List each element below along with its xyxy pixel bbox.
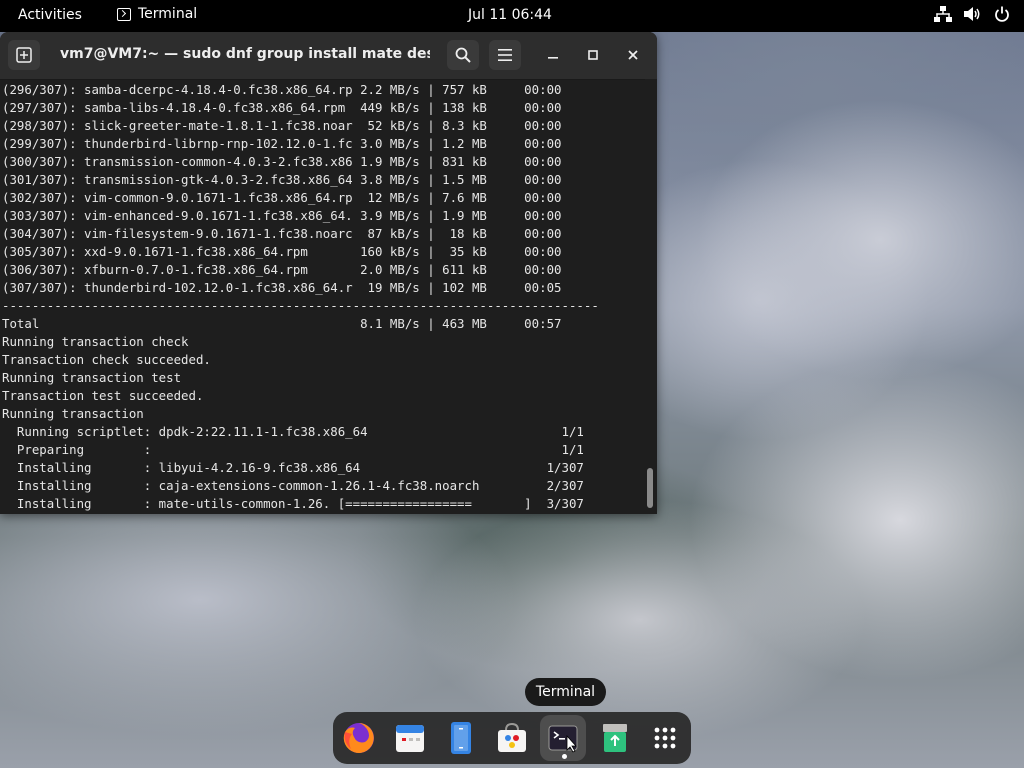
terminal-line: (296/307): samba-dcerpc-4.18.4-0.fc38.x8… [2, 82, 562, 97]
scrollbar-thumb[interactable] [647, 468, 653, 508]
dock [333, 712, 691, 764]
close-icon [628, 50, 638, 60]
dock-tooltip: Terminal [525, 678, 606, 706]
terminal-line: (301/307): transmission-gtk-4.0.3-2.fc38… [2, 172, 562, 187]
terminal-line: Preparing : 1/1 [2, 442, 584, 457]
terminal-app-icon [117, 7, 131, 21]
terminal-line: Running scriptlet: dpdk-2:22.11.1-1.fc38… [2, 424, 584, 439]
new-tab-icon [16, 47, 32, 63]
terminal-line: Installing : caja-extensions-common-1.26… [2, 478, 584, 493]
terminal-line: (305/307): xxd-9.0.1671-1.fc38.x86_64.rp… [2, 244, 562, 259]
terminal-line: Transaction check succeeded. [2, 352, 211, 367]
hamburger-menu-icon [498, 49, 512, 61]
search-icon [455, 47, 471, 63]
window-title: vm7@VM7:~ — sudo dnf group install mate … [60, 46, 430, 62]
terminal-line: (303/307): vim-enhanced-9.0.1671-1.fc38.… [2, 208, 562, 223]
text-editor-icon[interactable] [443, 720, 479, 756]
terminal-line: (297/307): samba-libs-4.18.4-0.fc38.x86_… [2, 100, 562, 115]
terminal-icon[interactable] [545, 720, 581, 756]
terminal-line: (306/307): xfburn-0.7.0-1.fc38.x86_64.rp… [2, 262, 562, 277]
terminal-line: ----------------------------------------… [2, 298, 599, 313]
terminal-line: Installing : libyui-4.2.16-9.fc38.x86_64… [2, 460, 584, 475]
terminal-output[interactable]: (296/307): samba-dcerpc-4.18.4-0.fc38.x8… [0, 79, 645, 514]
terminal-line: (299/307): thunderbird-librnp-rnp-102.12… [2, 136, 562, 151]
terminal-line: Running transaction [2, 406, 144, 421]
close-button[interactable] [617, 40, 649, 70]
terminal-line: (304/307): vim-filesystem-9.0.1671-1.fc3… [2, 226, 562, 241]
menu-button[interactable] [489, 40, 521, 70]
scrollbar-track[interactable] [645, 79, 657, 514]
terminal-line: (298/307): slick-greeter-mate-1.8.1-1.fc… [2, 118, 562, 133]
minimize-button[interactable] [537, 40, 569, 70]
search-button[interactable] [447, 40, 479, 70]
maximize-button[interactable] [577, 40, 609, 70]
minimize-icon [548, 57, 558, 59]
new-tab-button[interactable] [8, 40, 40, 70]
terminal-line: Installing : mate-utils-common-1.26. [==… [2, 496, 584, 511]
clock[interactable]: Jul 11 06:44 [468, 7, 552, 23]
trash-icon[interactable] [597, 720, 633, 756]
power-icon[interactable] [994, 6, 1010, 22]
terminal-line: (307/307): thunderbird-102.12.0-1.fc38.x… [2, 280, 562, 295]
terminal-window[interactable]: vm7@VM7:~ — sudo dnf group install mate … [0, 32, 657, 514]
terminal-line: (300/307): transmission-common-4.0.3-2.f… [2, 154, 562, 169]
activities-button[interactable]: Activities [18, 7, 82, 23]
header-bar[interactable]: vm7@VM7:~ — sudo dnf group install mate … [0, 32, 657, 80]
terminal-line: Running transaction check [2, 334, 189, 349]
maximize-icon [588, 50, 598, 60]
app-menu[interactable]: Terminal [117, 6, 197, 22]
running-indicator [562, 754, 567, 759]
terminal-line: Total 8.1 MB/s | 463 MB 00:57 [2, 316, 562, 331]
terminal-line: Transaction test succeeded. [2, 388, 204, 403]
top-bar: Activities Terminal Jul 11 06:44 [0, 0, 1024, 32]
calendar-icon[interactable] [392, 720, 428, 756]
terminal-line: Running transaction test [2, 370, 182, 385]
terminal-line: (302/307): vim-common-9.0.1671-1.fc38.x8… [2, 190, 562, 205]
software-icon[interactable] [494, 720, 530, 756]
app-grid-icon[interactable] [647, 720, 683, 756]
volume-icon[interactable] [964, 6, 982, 22]
app-menu-label: Terminal [138, 6, 198, 22]
firefox-icon[interactable] [341, 720, 377, 756]
system-tray[interactable] [934, 6, 1010, 22]
network-icon[interactable] [934, 6, 952, 22]
